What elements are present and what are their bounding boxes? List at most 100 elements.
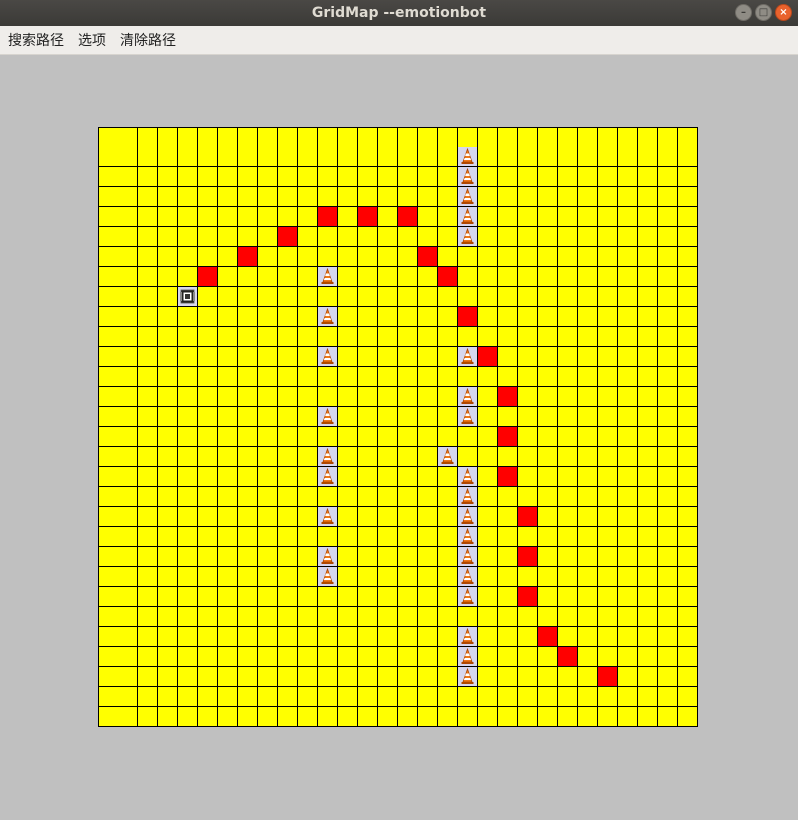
grid-cell[interactable] bbox=[358, 567, 378, 587]
obstacle-cell[interactable] bbox=[458, 567, 478, 587]
grid-cell[interactable] bbox=[438, 687, 458, 707]
grid-cell[interactable] bbox=[658, 567, 678, 587]
grid-cell[interactable] bbox=[438, 667, 458, 687]
grid-cell[interactable] bbox=[318, 187, 338, 207]
grid-cell[interactable] bbox=[138, 447, 158, 467]
grid-cell[interactable] bbox=[158, 547, 178, 567]
grid-cell[interactable] bbox=[198, 327, 218, 347]
grid-cell[interactable] bbox=[498, 667, 518, 687]
grid-cell[interactable] bbox=[558, 307, 578, 327]
grid-cell[interactable] bbox=[318, 607, 338, 627]
grid-cell[interactable] bbox=[578, 307, 598, 327]
grid-cell[interactable] bbox=[478, 647, 498, 667]
grid-cell[interactable] bbox=[458, 287, 478, 307]
grid-cell[interactable] bbox=[618, 527, 638, 547]
grid-cell[interactable] bbox=[238, 267, 258, 287]
grid-cell[interactable] bbox=[118, 627, 138, 647]
grid-cell[interactable] bbox=[438, 567, 458, 587]
grid-cell[interactable] bbox=[138, 647, 158, 667]
grid-cell[interactable] bbox=[298, 467, 318, 487]
grid-cell[interactable] bbox=[178, 627, 198, 647]
grid-cell[interactable] bbox=[98, 227, 119, 247]
grid-cell[interactable] bbox=[138, 247, 158, 267]
grid-cell[interactable] bbox=[478, 447, 498, 467]
grid-cell[interactable] bbox=[678, 147, 698, 167]
grid-cell[interactable] bbox=[338, 327, 358, 347]
grid-cell[interactable] bbox=[618, 427, 638, 447]
grid-cell[interactable] bbox=[418, 227, 438, 247]
grid-cell[interactable] bbox=[298, 587, 318, 607]
grid-cell[interactable] bbox=[438, 187, 458, 207]
grid-cell[interactable] bbox=[378, 407, 398, 427]
grid-cell[interactable] bbox=[238, 367, 258, 387]
grid-cell[interactable] bbox=[278, 287, 298, 307]
obstacle-cell[interactable] bbox=[458, 227, 478, 247]
grid-cell[interactable] bbox=[118, 367, 138, 387]
grid-cell[interactable] bbox=[598, 427, 618, 447]
path-cell[interactable] bbox=[458, 307, 478, 327]
grid-cell[interactable] bbox=[518, 327, 538, 347]
grid-cell[interactable] bbox=[538, 507, 558, 527]
grid-cell[interactable] bbox=[638, 227, 658, 247]
grid-cell[interactable] bbox=[238, 687, 258, 707]
grid-cell[interactable] bbox=[278, 667, 298, 687]
grid-cell[interactable] bbox=[298, 527, 318, 547]
grid-cell[interactable] bbox=[158, 167, 178, 187]
grid-cell[interactable] bbox=[438, 367, 458, 387]
grid-cell[interactable] bbox=[418, 607, 438, 627]
grid-cell[interactable] bbox=[538, 667, 558, 687]
grid-cell[interactable] bbox=[218, 307, 238, 327]
grid-cell[interactable] bbox=[358, 707, 378, 727]
obstacle-cell[interactable] bbox=[458, 407, 478, 427]
grid-cell[interactable] bbox=[198, 647, 218, 667]
grid-cell[interactable] bbox=[238, 487, 258, 507]
grid-cell[interactable] bbox=[338, 287, 358, 307]
grid-cell[interactable] bbox=[318, 167, 338, 187]
grid-cell[interactable] bbox=[518, 407, 538, 427]
grid-cell[interactable] bbox=[358, 287, 378, 307]
grid-cell[interactable] bbox=[478, 707, 498, 727]
grid-cell[interactable] bbox=[578, 487, 598, 507]
grid-cell[interactable] bbox=[178, 407, 198, 427]
grid-cell[interactable] bbox=[598, 247, 618, 267]
grid-cell[interactable] bbox=[438, 607, 458, 627]
grid-cell[interactable] bbox=[678, 607, 698, 627]
grid-cell[interactable] bbox=[498, 227, 518, 247]
grid-cell[interactable] bbox=[98, 707, 119, 727]
grid-cell[interactable] bbox=[138, 547, 158, 567]
grid-cell[interactable] bbox=[658, 427, 678, 447]
grid-cell[interactable] bbox=[598, 347, 618, 367]
grid-cell[interactable] bbox=[118, 187, 138, 207]
grid-cell[interactable] bbox=[118, 407, 138, 427]
grid-cell[interactable] bbox=[518, 487, 538, 507]
grid-cell[interactable] bbox=[298, 247, 318, 267]
grid-cell[interactable] bbox=[358, 607, 378, 627]
grid-cell[interactable] bbox=[618, 587, 638, 607]
grid-cell[interactable] bbox=[618, 467, 638, 487]
grid-cell[interactable] bbox=[118, 387, 138, 407]
grid-cell[interactable] bbox=[558, 127, 578, 148]
grid-cell[interactable] bbox=[598, 687, 618, 707]
grid-cell[interactable] bbox=[378, 607, 398, 627]
grid-cell[interactable] bbox=[358, 547, 378, 567]
grid-cell[interactable] bbox=[398, 547, 418, 567]
grid-cell[interactable] bbox=[518, 707, 538, 727]
grid-cell[interactable] bbox=[618, 387, 638, 407]
grid-cell[interactable] bbox=[138, 607, 158, 627]
grid-cell[interactable] bbox=[298, 387, 318, 407]
grid-cell[interactable] bbox=[398, 647, 418, 667]
grid-cell[interactable] bbox=[158, 287, 178, 307]
grid-cell[interactable] bbox=[198, 707, 218, 727]
grid-cell[interactable] bbox=[598, 487, 618, 507]
grid-cell[interactable] bbox=[658, 347, 678, 367]
grid-cell[interactable] bbox=[658, 487, 678, 507]
grid-cell[interactable] bbox=[378, 467, 398, 487]
grid-cell[interactable] bbox=[358, 687, 378, 707]
grid-cell[interactable] bbox=[478, 387, 498, 407]
grid-cell[interactable] bbox=[558, 367, 578, 387]
path-cell[interactable] bbox=[498, 387, 518, 407]
grid-cell[interactable] bbox=[358, 247, 378, 267]
grid-cell[interactable] bbox=[98, 347, 119, 367]
grid-cell[interactable] bbox=[298, 187, 318, 207]
grid-cell[interactable] bbox=[658, 687, 678, 707]
